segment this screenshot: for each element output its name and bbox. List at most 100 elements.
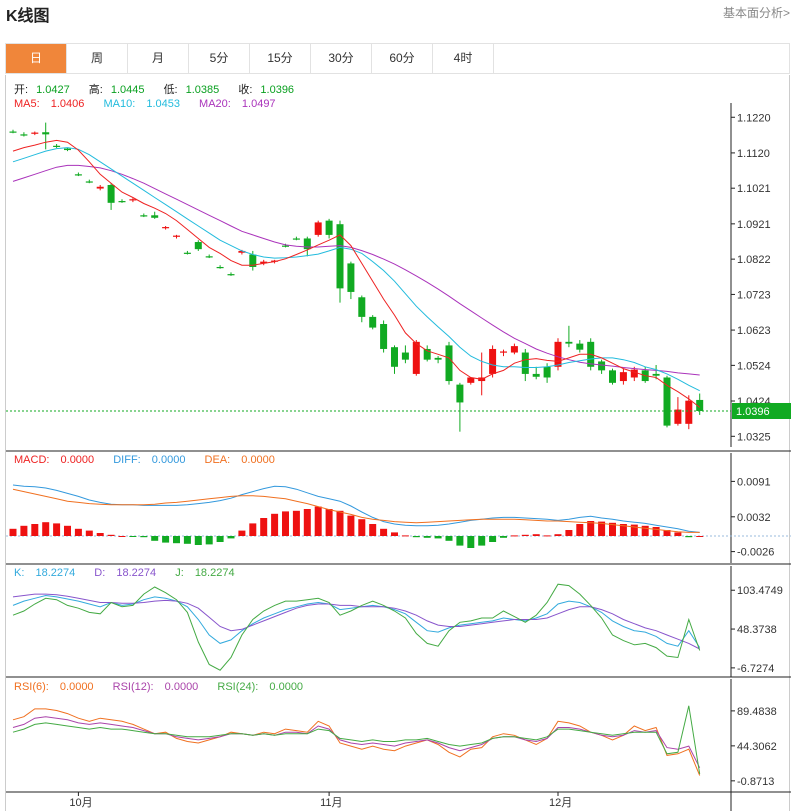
macd-bar: [173, 536, 180, 544]
rsi-legend: RSI(6): 0.0000 RSI(12): 0.0000 RSI(24): …: [14, 681, 319, 693]
rsi12-line: [12, 716, 701, 769]
candle-body: [391, 347, 398, 367]
candle-body: [609, 370, 616, 383]
macd-bar: [85, 530, 93, 536]
macd-bar: [641, 525, 649, 536]
tab-week[interactable]: 周: [67, 44, 128, 73]
diff-label: DIFF:: [113, 454, 141, 466]
low-label: 低:: [163, 84, 178, 96]
rsi12-label: RSI(12):: [112, 681, 154, 693]
candle-body: [554, 341, 562, 367]
macd-bar: [238, 530, 246, 536]
candle-body: [20, 134, 28, 136]
ma10-line: [12, 147, 700, 392]
candle-body: [118, 201, 126, 203]
macd-bar: [205, 536, 213, 545]
macd-bar: [303, 509, 311, 536]
candle-body: [445, 345, 453, 382]
macd-bar: [64, 525, 71, 536]
ma10-label: MA10:: [103, 98, 136, 110]
macd-bar: [162, 536, 170, 543]
price-tick-label: 1.0723: [737, 289, 771, 301]
diff-value: 0.0000: [151, 454, 186, 466]
macd-bar: [282, 511, 289, 536]
candle-body: [500, 351, 507, 353]
tab-day[interactable]: 日: [6, 44, 67, 73]
tab-30min[interactable]: 30分: [311, 44, 372, 73]
candle-body: [74, 174, 82, 176]
macd-bar: [380, 528, 388, 536]
ma20-label: MA20:: [199, 98, 231, 110]
dea-value: 0.0000: [241, 454, 275, 466]
candle-body: [521, 352, 529, 374]
tab-5min[interactable]: 5分: [189, 44, 250, 73]
month-tick-label: 11月: [320, 797, 342, 809]
rsi6-value: 0.0000: [59, 681, 94, 693]
k-value: 18.2274: [35, 567, 76, 579]
macd-bar: [674, 532, 682, 536]
tab-15min[interactable]: 15分: [250, 44, 311, 73]
rsi6-label: RSI(6):: [14, 681, 49, 693]
kdj-tick-label: 48.3738: [737, 624, 777, 636]
macd-bar: [118, 536, 126, 537]
candle-body: [510, 346, 518, 353]
rsi-tick-label: 89.4838: [737, 706, 777, 718]
page-header: K线图 基本面分析>: [0, 0, 794, 26]
macd-bar: [434, 536, 442, 539]
candle-body: [543, 366, 551, 378]
price-tick-label: 1.1220: [737, 112, 771, 124]
candle-body: [173, 235, 180, 237]
candle-body: [314, 222, 322, 235]
macd-bar: [216, 536, 224, 542]
kline-chart-svg[interactable]: 1.1220 1.1120 1.1021 1.0921 1.0822 1.0723 1.06…: [6, 75, 791, 811]
candle-body: [303, 238, 311, 250]
macd-bar: [445, 536, 453, 541]
price-tick-label: 1.0921: [737, 219, 771, 231]
rsi-tick-label: -0.8713: [737, 776, 774, 788]
candle-body: [325, 220, 333, 235]
candle-body: [162, 227, 170, 229]
diff-line: [12, 484, 700, 533]
macd-bar: [151, 536, 159, 541]
tab-4hour[interactable]: 4时: [433, 44, 494, 73]
candle-body: [456, 384, 464, 403]
macd-bar: [696, 536, 704, 537]
high-label: 高:: [88, 84, 103, 96]
candle-body: [674, 409, 682, 424]
dea-line: [12, 488, 700, 533]
ma10-value: 1.0453: [146, 98, 180, 110]
macd-tick-label: -0.0026: [737, 547, 774, 559]
candle-body: [282, 245, 289, 247]
macd-bar: [140, 536, 148, 538]
kdj-legend: K: 18.2274 D: 18.2274 J: 18.2274: [14, 567, 251, 579]
macd-bar: [467, 536, 475, 548]
candle-body: [96, 186, 104, 189]
tab-month[interactable]: 月: [128, 44, 189, 73]
candle-body: [194, 242, 202, 250]
macd-bar: [183, 536, 191, 544]
low-value: 1.0385: [185, 84, 220, 96]
macd-bar: [500, 536, 507, 538]
macd-bar: [9, 528, 17, 536]
candle-body: [380, 324, 388, 349]
candle-body: [685, 400, 693, 424]
ma-legend: MA5: 1.0406 MA10: 1.0453 MA20: 1.0497: [14, 98, 292, 110]
macd-bar: [249, 523, 257, 536]
macd-bar: [543, 535, 551, 537]
macd-value: 0.0000: [60, 454, 95, 466]
j-value: 18.2274: [194, 567, 235, 579]
macd-bar: [423, 536, 431, 538]
open-value: 1.0427: [36, 84, 70, 96]
chart-area[interactable]: 1.1220 1.1120 1.1021 1.0921 1.0822 1.0723 1.06…: [5, 75, 791, 811]
macd-bar: [271, 513, 279, 536]
macd-bar: [96, 533, 104, 536]
macd-bar: [347, 515, 355, 536]
candle-body: [434, 357, 442, 360]
close-value: 1.0396: [260, 84, 295, 96]
fundamental-analysis-link[interactable]: 基本面分析>: [723, 4, 790, 21]
j-label: J:: [175, 567, 184, 579]
candle-body: [31, 132, 39, 134]
macd-tick-label: 0.0091: [737, 476, 771, 488]
macd-bar: [74, 528, 82, 536]
tab-60min[interactable]: 60分: [372, 44, 433, 73]
